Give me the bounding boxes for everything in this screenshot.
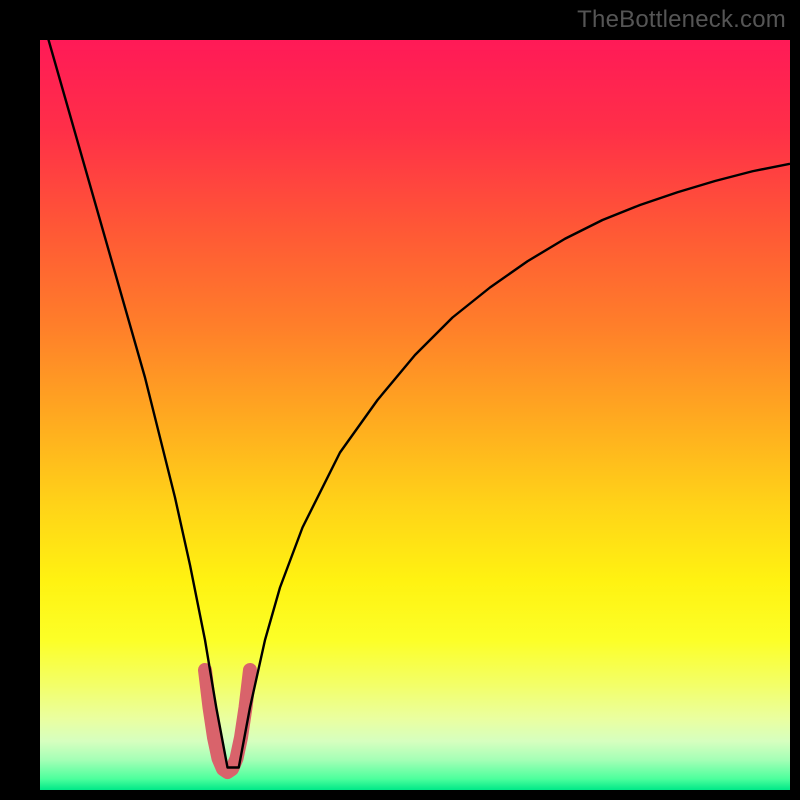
v-curve-path [40,40,790,768]
plot-area [40,40,790,790]
chart-stage: TheBottleneck.com [0,0,800,800]
watermark-text: TheBottleneck.com [577,6,786,34]
curves-layer [40,40,790,790]
